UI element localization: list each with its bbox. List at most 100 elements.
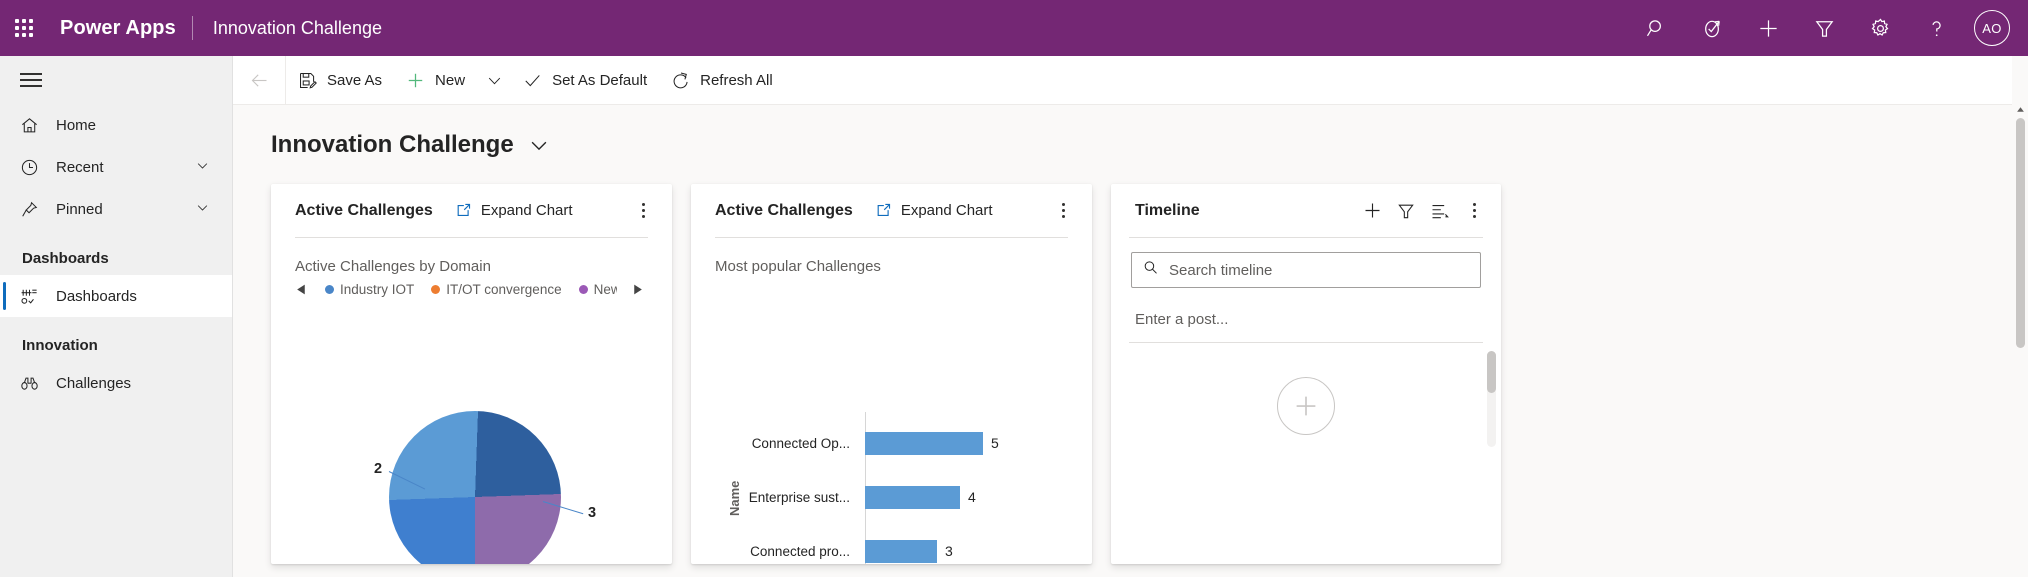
sidebar-item-recent[interactable]: Recent (0, 146, 232, 188)
new-button[interactable]: New (394, 56, 477, 105)
card-title: Active Challenges (295, 202, 433, 220)
chevron-down-icon[interactable] (528, 134, 550, 156)
sidebar-item-label: Pinned (42, 201, 103, 218)
search-icon (1142, 259, 1159, 281)
timeline-scrollbar[interactable] (1487, 351, 1496, 447)
sidebar-item-challenges[interactable]: Challenges (0, 362, 232, 404)
new-dropdown-caret[interactable] (477, 56, 511, 105)
legend-item[interactable]: Industry IOT (325, 282, 414, 297)
pie-chart: 2 3 (271, 389, 672, 564)
card-timeline: Timeline (1111, 184, 1501, 564)
bar-value-label: 4 (968, 489, 976, 505)
chevron-down-icon[interactable] (195, 200, 210, 219)
bar-row[interactable]: Enterprise sust... 4 (691, 474, 1092, 520)
home-icon (20, 116, 42, 135)
pie-data-label: 2 (374, 461, 382, 477)
chevron-down-icon[interactable] (195, 158, 210, 177)
expand-icon (455, 202, 472, 219)
timeline-actions (1355, 194, 1487, 228)
card-header: Active Challenges Expand Chart (691, 184, 1092, 237)
pie-slices[interactable] (389, 411, 561, 564)
expand-chart-button[interactable]: Expand Chart (455, 202, 573, 219)
card-active-challenges-bar: Active Challenges Expand Chart Most popu… (691, 184, 1092, 564)
enter-post-placeholder[interactable]: Enter a post... (1111, 288, 1501, 328)
plus-icon[interactable] (1355, 194, 1389, 228)
brand-label[interactable]: Power Apps (48, 17, 192, 40)
legend-label: IT/OT convergence (446, 282, 561, 297)
legend-color-swatch (325, 285, 334, 294)
expand-icon (875, 202, 892, 219)
page-title: Innovation Challenge (271, 131, 514, 159)
header-actions: AO (1628, 0, 2028, 56)
bar-category-label: Enterprise sust... (691, 490, 859, 505)
check-circle-icon[interactable] (1684, 0, 1740, 56)
command-bar: Save As New Set As Default (233, 56, 2028, 105)
app-name-label[interactable]: Innovation Challenge (193, 18, 382, 39)
top-header: Power Apps Innovation Challenge (0, 0, 2028, 56)
bar-category-label: Connected Op... (691, 436, 859, 451)
binoculars-icon (20, 374, 42, 393)
bar-fill (865, 540, 937, 563)
bar-value-label: 5 (991, 435, 999, 451)
sidebar-item-label: Recent (42, 159, 104, 176)
chart-subtitle: Most popular Challenges (691, 238, 1092, 275)
legend-next-arrow[interactable] (631, 283, 644, 296)
help-icon[interactable] (1908, 0, 1964, 56)
overflow-icon[interactable] (1050, 196, 1076, 226)
refresh-all-button[interactable]: Refresh All (659, 56, 785, 105)
page-scrollbar[interactable] (2012, 56, 2028, 577)
overflow-icon[interactable] (1461, 196, 1487, 226)
sort-icon[interactable] (1423, 194, 1457, 228)
search-timeline-box[interactable] (1131, 252, 1481, 288)
legend-prev-arrow[interactable] (295, 283, 308, 296)
set-as-default-label: Set As Default (552, 72, 647, 89)
timeline-header: Timeline (1111, 184, 1501, 237)
overflow-icon[interactable] (630, 196, 656, 226)
sidebar-group-title-innovation: Innovation (0, 317, 232, 362)
hamburger-menu-icon[interactable] (0, 56, 232, 104)
scroll-up-arrow[interactable] (2014, 102, 2026, 116)
plus-icon[interactable] (1740, 0, 1796, 56)
legend-item[interactable]: IT/OT convergence (431, 282, 561, 297)
save-as-button[interactable]: Save As (286, 56, 394, 105)
main-content: Save As New Set As Default (233, 56, 2028, 577)
page-title-row: Innovation Challenge (233, 105, 2028, 159)
waffle-icon[interactable] (0, 0, 48, 56)
search-timeline-input[interactable] (1159, 262, 1470, 279)
filter-icon[interactable] (1389, 194, 1423, 228)
sidebar-item-pinned[interactable]: Pinned (0, 188, 232, 230)
clock-icon (20, 158, 42, 177)
avatar[interactable]: AO (1974, 10, 2010, 46)
sidebar-item-home[interactable]: Home (0, 104, 232, 146)
back-button[interactable] (233, 56, 286, 105)
expand-chart-label: Expand Chart (481, 202, 573, 219)
filter-icon[interactable] (1796, 0, 1852, 56)
bar-row[interactable]: Connected pro... 3 (691, 528, 1092, 564)
bar-chart: Name Connected Op... 5 Enterprise sust..… (691, 412, 1092, 564)
legend-label: Industry IOT (340, 282, 414, 297)
expand-chart-label: Expand Chart (901, 202, 993, 219)
dashboard-icon (20, 287, 42, 306)
sidebar-group-title-dashboards: Dashboards (0, 230, 232, 275)
timeline-title: Timeline (1135, 202, 1200, 220)
pin-icon (20, 200, 42, 219)
search-icon[interactable] (1628, 0, 1684, 56)
gear-icon[interactable] (1852, 0, 1908, 56)
sidebar-item-label: Challenges (42, 375, 131, 392)
expand-chart-button[interactable]: Expand Chart (875, 202, 993, 219)
sidebar-item-dashboards[interactable]: Dashboards (0, 275, 232, 317)
card-divider (1129, 237, 1483, 238)
save-as-label: Save As (327, 72, 382, 89)
sidebar-item-label: Dashboards (42, 288, 137, 305)
check-icon (523, 71, 542, 90)
pie-data-label: 3 (588, 505, 596, 521)
legend-item[interactable]: New (579, 282, 617, 297)
set-as-default-button[interactable]: Set As Default (511, 56, 659, 105)
sidebar: Home Recent Pinned Dashboards (0, 56, 233, 577)
legend-label: New (594, 282, 617, 297)
bar-value-label: 3 (945, 543, 953, 559)
bar-row[interactable]: Connected Op... 5 (691, 420, 1092, 466)
page-scrollbar-thumb[interactable] (2016, 118, 2025, 348)
chart-legend: Industry IOT IT/OT convergence New (271, 275, 672, 297)
add-timeline-record-icon[interactable] (1277, 377, 1335, 435)
